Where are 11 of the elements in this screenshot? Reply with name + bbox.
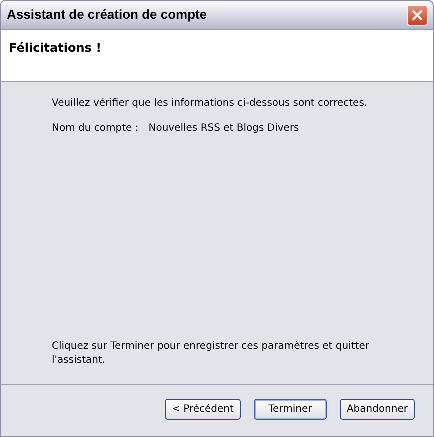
intro-text: Veuillez vérifier que les informations ci-dessous sont correctes. bbox=[52, 97, 369, 111]
field-label: Nom du compte : bbox=[52, 122, 139, 136]
dialog-button[interactable]: < Précédent bbox=[165, 399, 241, 420]
close-icon bbox=[412, 10, 423, 20]
field-value: Nouvelles RSS et Blogs Divers bbox=[148, 122, 300, 136]
close-button[interactable] bbox=[407, 4, 428, 26]
dialog-button[interactable]: Abandonner bbox=[340, 399, 415, 420]
outro-text: Cliquez sur Terminer pour enregistrer ces paramètres et quitter l'assistant. bbox=[52, 340, 370, 368]
header-title: Félicitations ! bbox=[9, 41, 102, 55]
window-title: Assistant de création de compte bbox=[7, 6, 208, 24]
dialog-button[interactable]: Terminer bbox=[254, 399, 327, 420]
